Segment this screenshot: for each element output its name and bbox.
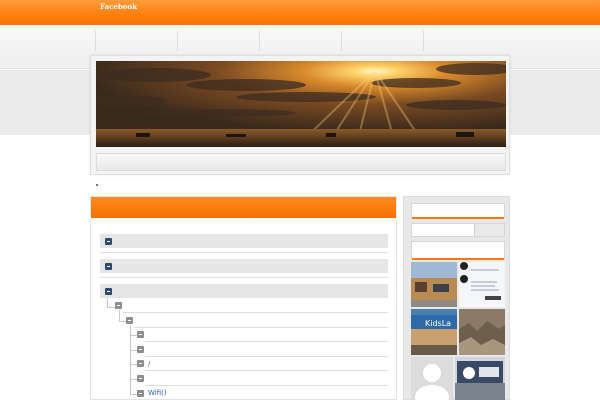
- tree-item-label[interactable]: Wifi(): [148, 389, 167, 397]
- avatar[interactable]: [411, 357, 453, 400]
- nav-item[interactable]: [423, 31, 505, 51]
- tree-connector: [130, 350, 137, 351]
- tree-node-icon[interactable]: [137, 331, 144, 338]
- divider: [145, 356, 388, 357]
- main-content: / Wifi(): [90, 196, 397, 400]
- category-row[interactable]: [100, 284, 388, 298]
- site-header: [90, 55, 510, 175]
- tree-node-icon[interactable]: [126, 317, 133, 324]
- photo-thumbnail[interactable]: [459, 262, 505, 307]
- sidebar-widget: [411, 241, 505, 260]
- photo-thumbnail[interactable]: [411, 262, 457, 307]
- divider: [100, 252, 388, 253]
- tree-node-icon[interactable]: [115, 302, 122, 309]
- tree-item-label[interactable]: /: [148, 360, 150, 368]
- tree-node-icon[interactable]: [137, 375, 144, 382]
- tree-node-icon[interactable]: [137, 346, 144, 353]
- nav-item[interactable]: [259, 31, 341, 51]
- nav-item[interactable]: [177, 31, 259, 51]
- content-header-bar: [91, 197, 396, 218]
- tree-connector: [130, 379, 137, 380]
- photo-thumbnail[interactable]: [455, 357, 505, 400]
- divider: [123, 312, 388, 313]
- search-button[interactable]: [474, 224, 504, 236]
- nav-item[interactable]: [95, 31, 177, 51]
- category-row[interactable]: [100, 259, 388, 273]
- widget-accent-bar: [412, 258, 504, 260]
- header-strip: [96, 153, 506, 171]
- facebook-link[interactable]: Facebook: [100, 2, 137, 11]
- divider: [145, 385, 388, 386]
- expand-icon[interactable]: [105, 238, 112, 245]
- search-widget[interactable]: [411, 223, 505, 237]
- tree-connector: [119, 321, 126, 322]
- sidebar-widget: [411, 203, 505, 219]
- svg-text:KidsLa: KidsLa: [425, 319, 451, 328]
- nav-item[interactable]: [341, 31, 423, 51]
- divider: [134, 327, 388, 328]
- photo-thumbnail[interactable]: [459, 309, 505, 355]
- tree-node-icon[interactable]: [137, 360, 144, 367]
- widget-accent-bar: [412, 217, 504, 219]
- tree-connector: [107, 307, 115, 308]
- tree-connector: [130, 335, 137, 336]
- sidebar: KidsLa: [403, 196, 510, 400]
- category-row[interactable]: [100, 234, 388, 248]
- photo-thumbnail[interactable]: KidsLa: [411, 309, 457, 355]
- bullet-dot: [96, 184, 98, 186]
- tree-connector: [130, 364, 137, 365]
- top-bar: Facebook: [0, 0, 600, 25]
- divider: [145, 370, 388, 371]
- tree-node-icon[interactable]: [137, 390, 144, 397]
- tree-connector: [130, 394, 137, 395]
- header-banner-image[interactable]: [96, 61, 506, 147]
- divider: [100, 277, 388, 278]
- expand-icon[interactable]: [105, 263, 112, 270]
- expand-icon[interactable]: [105, 288, 112, 295]
- divider: [145, 341, 388, 342]
